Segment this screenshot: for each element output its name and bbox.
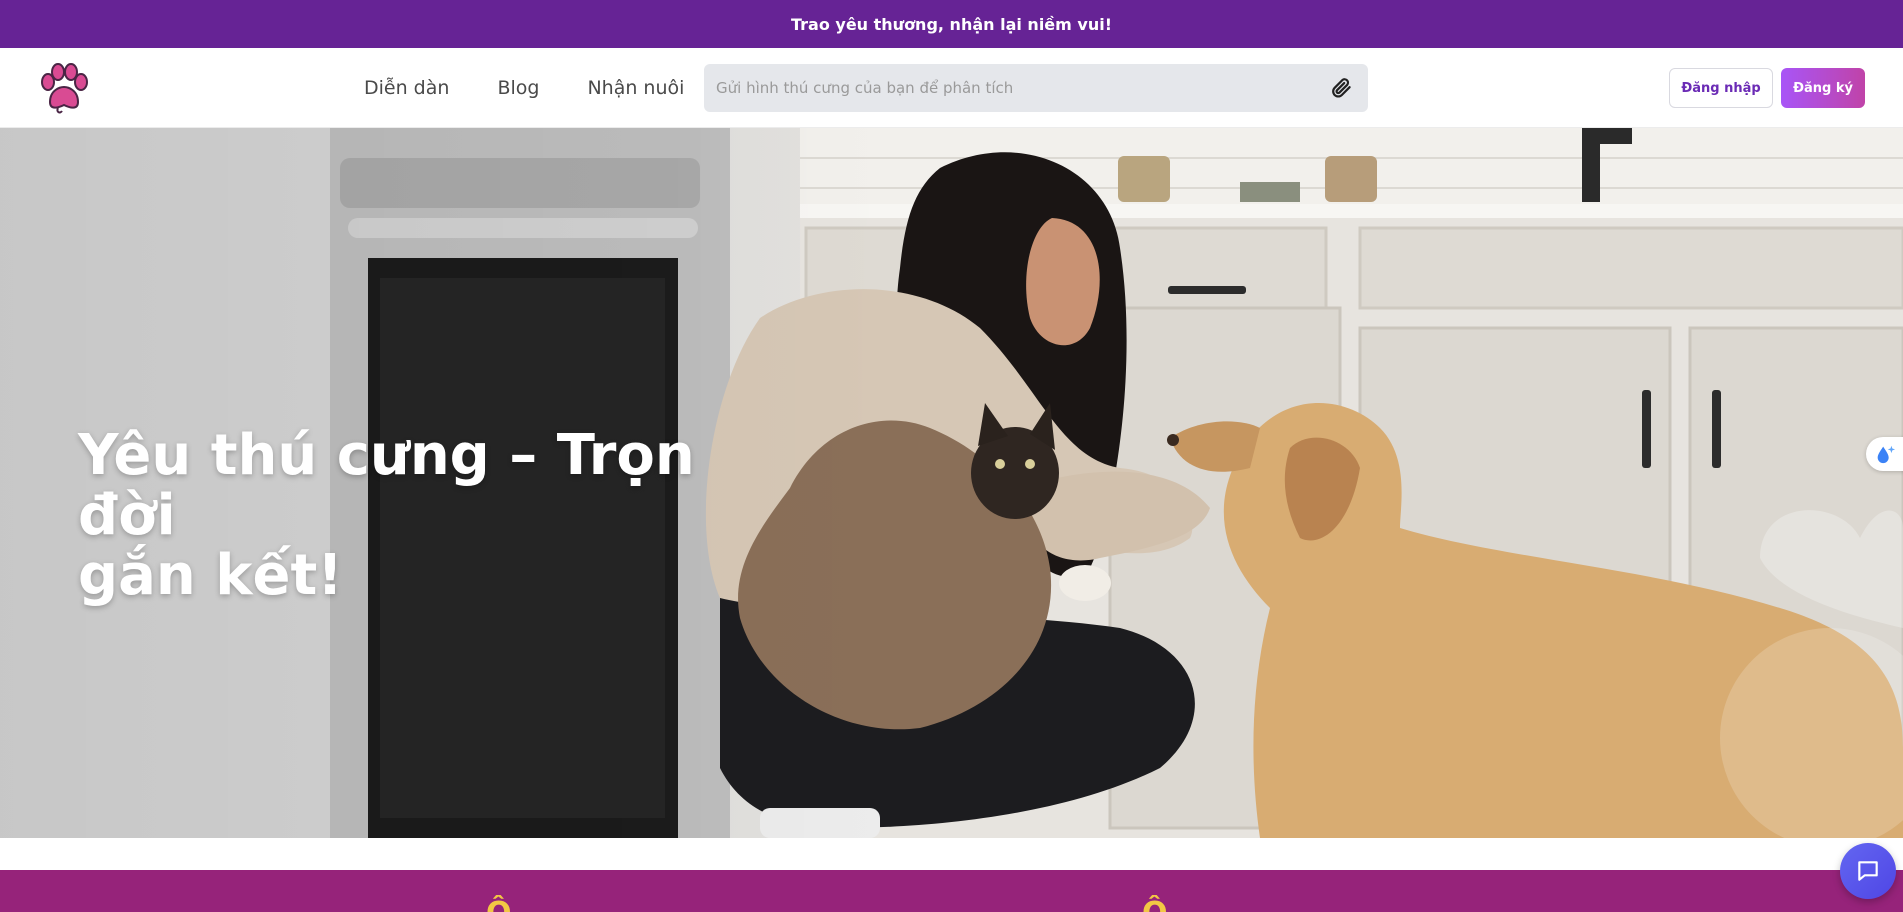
hero-title-line-1: Yêu thú cưng – Trọn đời: [78, 423, 695, 548]
paperclip-icon[interactable]: [1328, 75, 1354, 101]
nav-forum[interactable]: Diễn dàn: [364, 77, 449, 99]
nav-adopt[interactable]: Nhận nuôi: [587, 77, 684, 99]
hero-title-line-2: gắn kết!: [78, 543, 343, 608]
search-input[interactable]: [704, 64, 1328, 112]
section-heading-right: Ô: [1142, 896, 1168, 912]
hero-banner: Yêu thú cưng – Trọn đời gắn kết!: [0, 128, 1903, 838]
main-nav: Diễn dàn Blog Nhận nuôi: [364, 48, 684, 128]
sparkle-drop-icon: [1877, 445, 1896, 464]
hero-title: Yêu thú cưng – Trọn đời gắn kết!: [78, 426, 798, 606]
section-heading-left: Ô: [486, 896, 512, 912]
section-band: Ô Ô: [0, 870, 1903, 912]
announcement-text: Trao yêu thương, nhận lại niềm vui!: [790, 14, 1112, 34]
login-button[interactable]: Đăng nhập: [1669, 68, 1773, 108]
signup-button[interactable]: Đăng ký: [1781, 68, 1865, 108]
chat-bubble-icon: [1858, 861, 1878, 881]
paw-print-icon: [41, 63, 88, 114]
search-bar: [704, 64, 1368, 112]
announcement-bar: Trao yêu thương, nhận lại niềm vui!: [0, 0, 1903, 48]
header: Diễn dàn Blog Nhận nuôi Đăng nhập Đăng k…: [0, 48, 1903, 128]
nav-blog[interactable]: Blog: [497, 77, 539, 99]
chat-button[interactable]: [1840, 843, 1896, 899]
logo[interactable]: [38, 62, 90, 114]
side-widget[interactable]: [1866, 437, 1903, 471]
